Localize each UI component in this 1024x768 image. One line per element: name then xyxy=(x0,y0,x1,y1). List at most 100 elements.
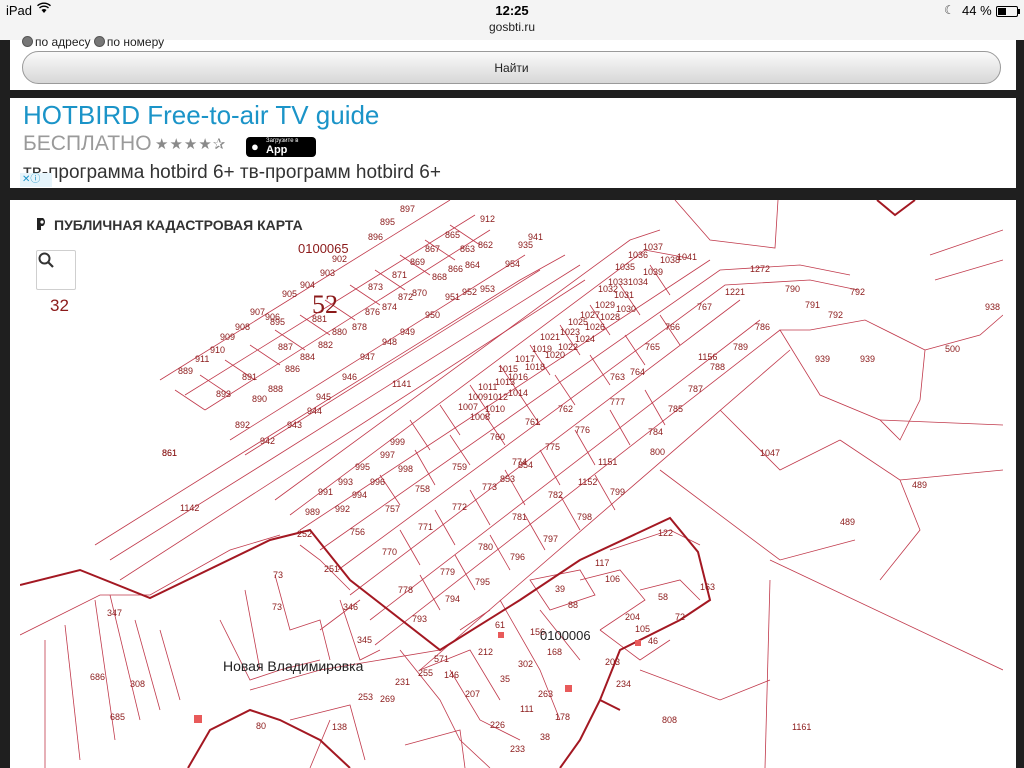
parcel-label[interactable]: 886 xyxy=(285,364,300,374)
parcel-label[interactable]: 302 xyxy=(518,659,533,669)
parcel-label[interactable]: 781 xyxy=(512,512,527,522)
radio-by-number-label[interactable]: по номеру xyxy=(107,35,164,49)
parcel-label[interactable]: 939 xyxy=(815,354,830,364)
parcel-label[interactable]: 771 xyxy=(418,522,433,532)
parcel-label[interactable]: 489 xyxy=(840,517,855,527)
cadastral-map[interactable]: 897 895 896 912 941 935 865 863 862 867 869 871 868 8… xyxy=(20,200,1003,768)
parcel-label[interactable]: 893 xyxy=(216,389,231,399)
parcel-label[interactable]: 347 xyxy=(107,608,122,618)
parcel-label[interactable]: 1014 xyxy=(508,388,528,398)
parcel-label[interactable]: 255 xyxy=(418,668,433,678)
parcel-label[interactable]: 897 xyxy=(400,204,415,214)
parcel-label[interactable]: 779 xyxy=(440,567,455,577)
parcel-label[interactable]: 891 xyxy=(242,372,257,382)
parcel-label[interactable]: 760 xyxy=(490,432,505,442)
parcel-label[interactable]: 793 xyxy=(412,614,427,624)
parcel-label[interactable]: 686 xyxy=(90,672,105,682)
parcel-label[interactable]: 862 xyxy=(478,240,493,250)
parcel-label[interactable]: 80 xyxy=(256,721,266,731)
parcel-label[interactable]: 1031 xyxy=(614,290,634,300)
parcel-label[interactable]: 1009 xyxy=(468,392,488,402)
parcel-label[interactable]: 72 xyxy=(675,612,685,622)
parcel-label[interactable]: 892 xyxy=(235,420,250,430)
parcel-label[interactable]: 887 xyxy=(278,342,293,352)
parcel-label[interactable]: 991 xyxy=(318,487,333,497)
parcel-label[interactable]: 808 xyxy=(662,715,677,725)
parcel-label[interactable]: 794 xyxy=(445,594,460,604)
parcel-label[interactable]: 252 xyxy=(297,529,312,539)
parcel-label[interactable]: 870 xyxy=(412,288,427,298)
parcel-label[interactable]: 868 xyxy=(432,272,447,282)
parcel-label[interactable]: 787 xyxy=(688,384,703,394)
parcel-label[interactable]: 997 xyxy=(380,450,395,460)
parcel-label[interactable]: 949 xyxy=(400,327,415,337)
parcel-label[interactable]: 207 xyxy=(465,689,480,699)
radio-by-address[interactable] xyxy=(22,36,33,47)
parcel-label[interactable]: 212 xyxy=(478,647,493,657)
parcel-label[interactable]: 938 xyxy=(985,302,1000,312)
parcel-label[interactable]: 775 xyxy=(545,442,560,452)
parcel-label[interactable]: 1025 xyxy=(568,317,588,327)
parcel-label[interactable]: 765 xyxy=(645,342,660,352)
parcel-label[interactable]: 73 xyxy=(272,602,282,612)
parcel-label[interactable]: 864 xyxy=(465,260,480,270)
parcel-label[interactable]: 1156 xyxy=(698,352,717,362)
address-bar-url[interactable]: gosbti.ru xyxy=(0,20,1024,34)
parcel-label[interactable]: 910 xyxy=(210,345,225,355)
parcel-label[interactable]: 792 xyxy=(828,310,843,320)
parcel-label[interactable]: 767 xyxy=(697,302,712,312)
parcel-label[interactable]: 1035 xyxy=(615,262,635,272)
parcel-label[interactable]: 1151 xyxy=(598,457,617,467)
parcel-label[interactable]: 882 xyxy=(318,340,333,350)
parcel-label[interactable]: 866 xyxy=(448,264,463,274)
parcel-label[interactable]: 761 xyxy=(525,417,540,427)
parcel-label[interactable]: 952 xyxy=(462,287,477,297)
parcel-label[interactable]: 798 xyxy=(577,512,592,522)
parcel-label[interactable]: 1142 xyxy=(180,503,199,513)
parcel-label[interactable]: 73 xyxy=(273,570,283,580)
parcel-label[interactable]: 890 xyxy=(252,394,267,404)
parcel-label[interactable]: 778 xyxy=(398,585,413,595)
parcel-label[interactable]: 1019 xyxy=(532,344,552,354)
parcel-label[interactable]: 253 xyxy=(358,692,373,702)
parcel-label[interactable]: 117 xyxy=(595,558,609,568)
parcel-label[interactable]: 776 xyxy=(575,425,590,435)
parcel-label[interactable]: 946 xyxy=(342,372,357,382)
parcel-label[interactable]: 178 xyxy=(555,712,570,722)
parcel-label[interactable]: 954 xyxy=(505,259,520,269)
parcel-label[interactable]: 790 xyxy=(785,284,800,294)
parcel-label[interactable]: 884 xyxy=(300,352,315,362)
parcel-label[interactable]: 1141 xyxy=(392,379,411,389)
parcel-label[interactable]: 863 xyxy=(460,244,475,254)
parcel-label[interactable]: 163 xyxy=(700,582,715,592)
parcel-label[interactable]: 786 xyxy=(755,322,770,332)
parcel-label[interactable]: 105 xyxy=(635,624,650,634)
parcel-label[interactable]: 994 xyxy=(352,490,367,500)
parcel-label[interactable]: 948 xyxy=(382,337,397,347)
parcel-label[interactable]: 888 xyxy=(268,384,283,394)
parcel-label[interactable]: 1007 xyxy=(458,402,478,412)
parcel-label[interactable]: 874 xyxy=(382,302,397,312)
parcel-label[interactable]: 1008 xyxy=(470,412,490,422)
parcel-label[interactable]: 908 xyxy=(235,322,250,332)
parcel-label[interactable]: 38 xyxy=(540,732,550,742)
parcel-label[interactable]: 1023 xyxy=(560,327,580,337)
parcel-label[interactable]: 911 xyxy=(195,354,209,364)
parcel-label[interactable]: 896 xyxy=(368,232,383,242)
parcel-label[interactable]: 872 xyxy=(398,292,413,302)
parcel-label[interactable]: 942 xyxy=(260,436,275,446)
parcel-label[interactable]: 996 xyxy=(370,477,385,487)
parcel-label[interactable]: 854 xyxy=(518,460,533,470)
parcel-label[interactable]: 35 xyxy=(500,674,510,684)
parcel-label[interactable]: 889 xyxy=(178,366,193,376)
parcel-label[interactable]: 763 xyxy=(610,372,625,382)
map-search-button[interactable] xyxy=(36,250,76,290)
parcel-label[interactable]: 853 xyxy=(500,474,515,484)
parcel-label[interactable]: 758 xyxy=(415,484,430,494)
parcel-label[interactable]: 909 xyxy=(220,332,235,342)
parcel-label[interactable]: 39 xyxy=(555,584,565,594)
parcel-label[interactable]: 757 xyxy=(385,504,400,514)
parcel-label[interactable]: 489 xyxy=(912,480,927,490)
parcel-label[interactable]: 1017 xyxy=(515,354,535,364)
parcel-label[interactable]: 1021 xyxy=(540,332,560,342)
